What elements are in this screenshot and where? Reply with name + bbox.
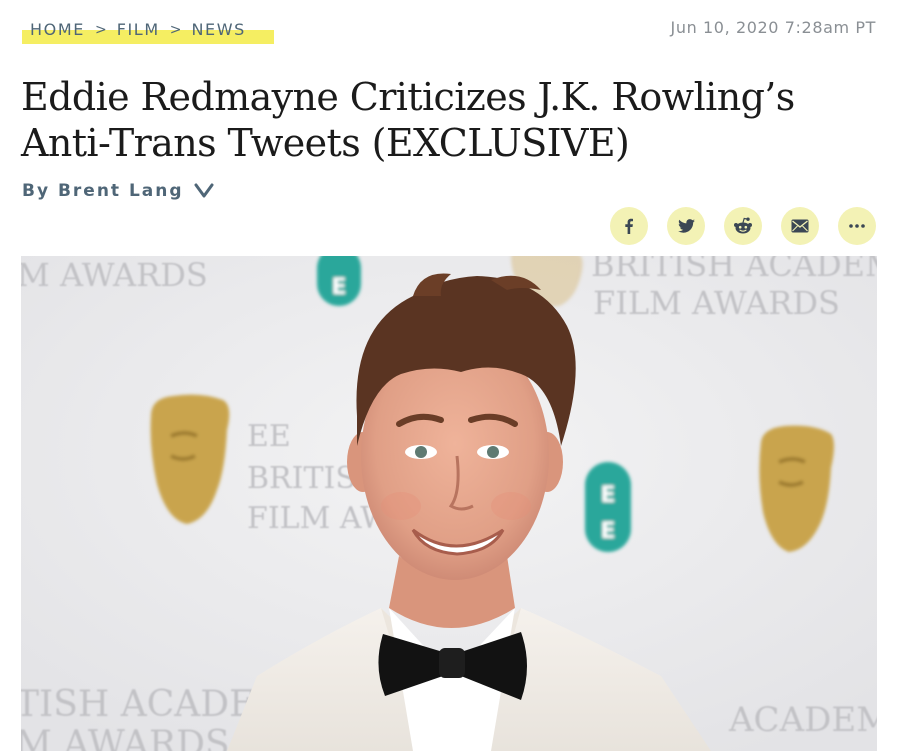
photo-illustration: M AWARDS BRITISH ACADEM FILM AWARDS EE B…: [21, 256, 877, 751]
backdrop-text: BRITIS: [247, 461, 356, 496]
facebook-share-button[interactable]: [610, 207, 648, 245]
article-hero-image: M AWARDS BRITISH ACADEM FILM AWARDS EE B…: [21, 256, 877, 751]
breadcrumb-film-link[interactable]: FILM: [117, 16, 160, 44]
svg-text:E: E: [600, 519, 615, 544]
svg-text:E: E: [600, 483, 615, 508]
ee-logo-icon: E E: [585, 462, 631, 552]
backdrop-text: TISH ACADE: [21, 684, 255, 725]
facebook-icon: [625, 218, 633, 234]
reddit-icon: [734, 217, 752, 234]
share-bar: [610, 207, 876, 245]
chevron-down-icon[interactable]: [194, 182, 214, 200]
backdrop-text: ACADEM: [728, 700, 877, 740]
twitter-icon: [677, 219, 695, 233]
publish-date: Jun 10, 2020 7:28am PT: [670, 18, 876, 37]
backdrop-text: EE: [247, 419, 291, 454]
ee-logo-icon: E: [317, 256, 361, 306]
backdrop-text: M AWARDS: [21, 256, 208, 294]
byline-author[interactable]: By Brent Lang: [22, 181, 184, 201]
more-share-button[interactable]: [838, 207, 876, 245]
article-headline: Eddie Redmayne Criticizes J.K. Rowling’s…: [21, 75, 795, 165]
backdrop-text: FILM AWARDS: [593, 284, 840, 322]
breadcrumb-separator: >: [94, 22, 107, 38]
email-share-button[interactable]: [781, 207, 819, 245]
breadcrumb: HOME > FILM > NEWS: [22, 16, 274, 46]
twitter-share-button[interactable]: [667, 207, 705, 245]
backdrop-text: BRITISH ACADEM: [591, 256, 877, 284]
more-icon: [849, 224, 865, 228]
email-icon: [791, 219, 809, 233]
byline[interactable]: By Brent Lang: [22, 181, 214, 201]
backdrop-text: M AWARDS: [21, 724, 230, 751]
svg-text:E: E: [331, 275, 346, 300]
reddit-share-button[interactable]: [724, 207, 762, 245]
breadcrumb-list: HOME > FILM > NEWS: [22, 16, 274, 44]
breadcrumb-home-link[interactable]: HOME: [30, 16, 85, 44]
breadcrumb-separator: >: [169, 22, 182, 38]
breadcrumb-news-link[interactable]: NEWS: [191, 16, 245, 44]
